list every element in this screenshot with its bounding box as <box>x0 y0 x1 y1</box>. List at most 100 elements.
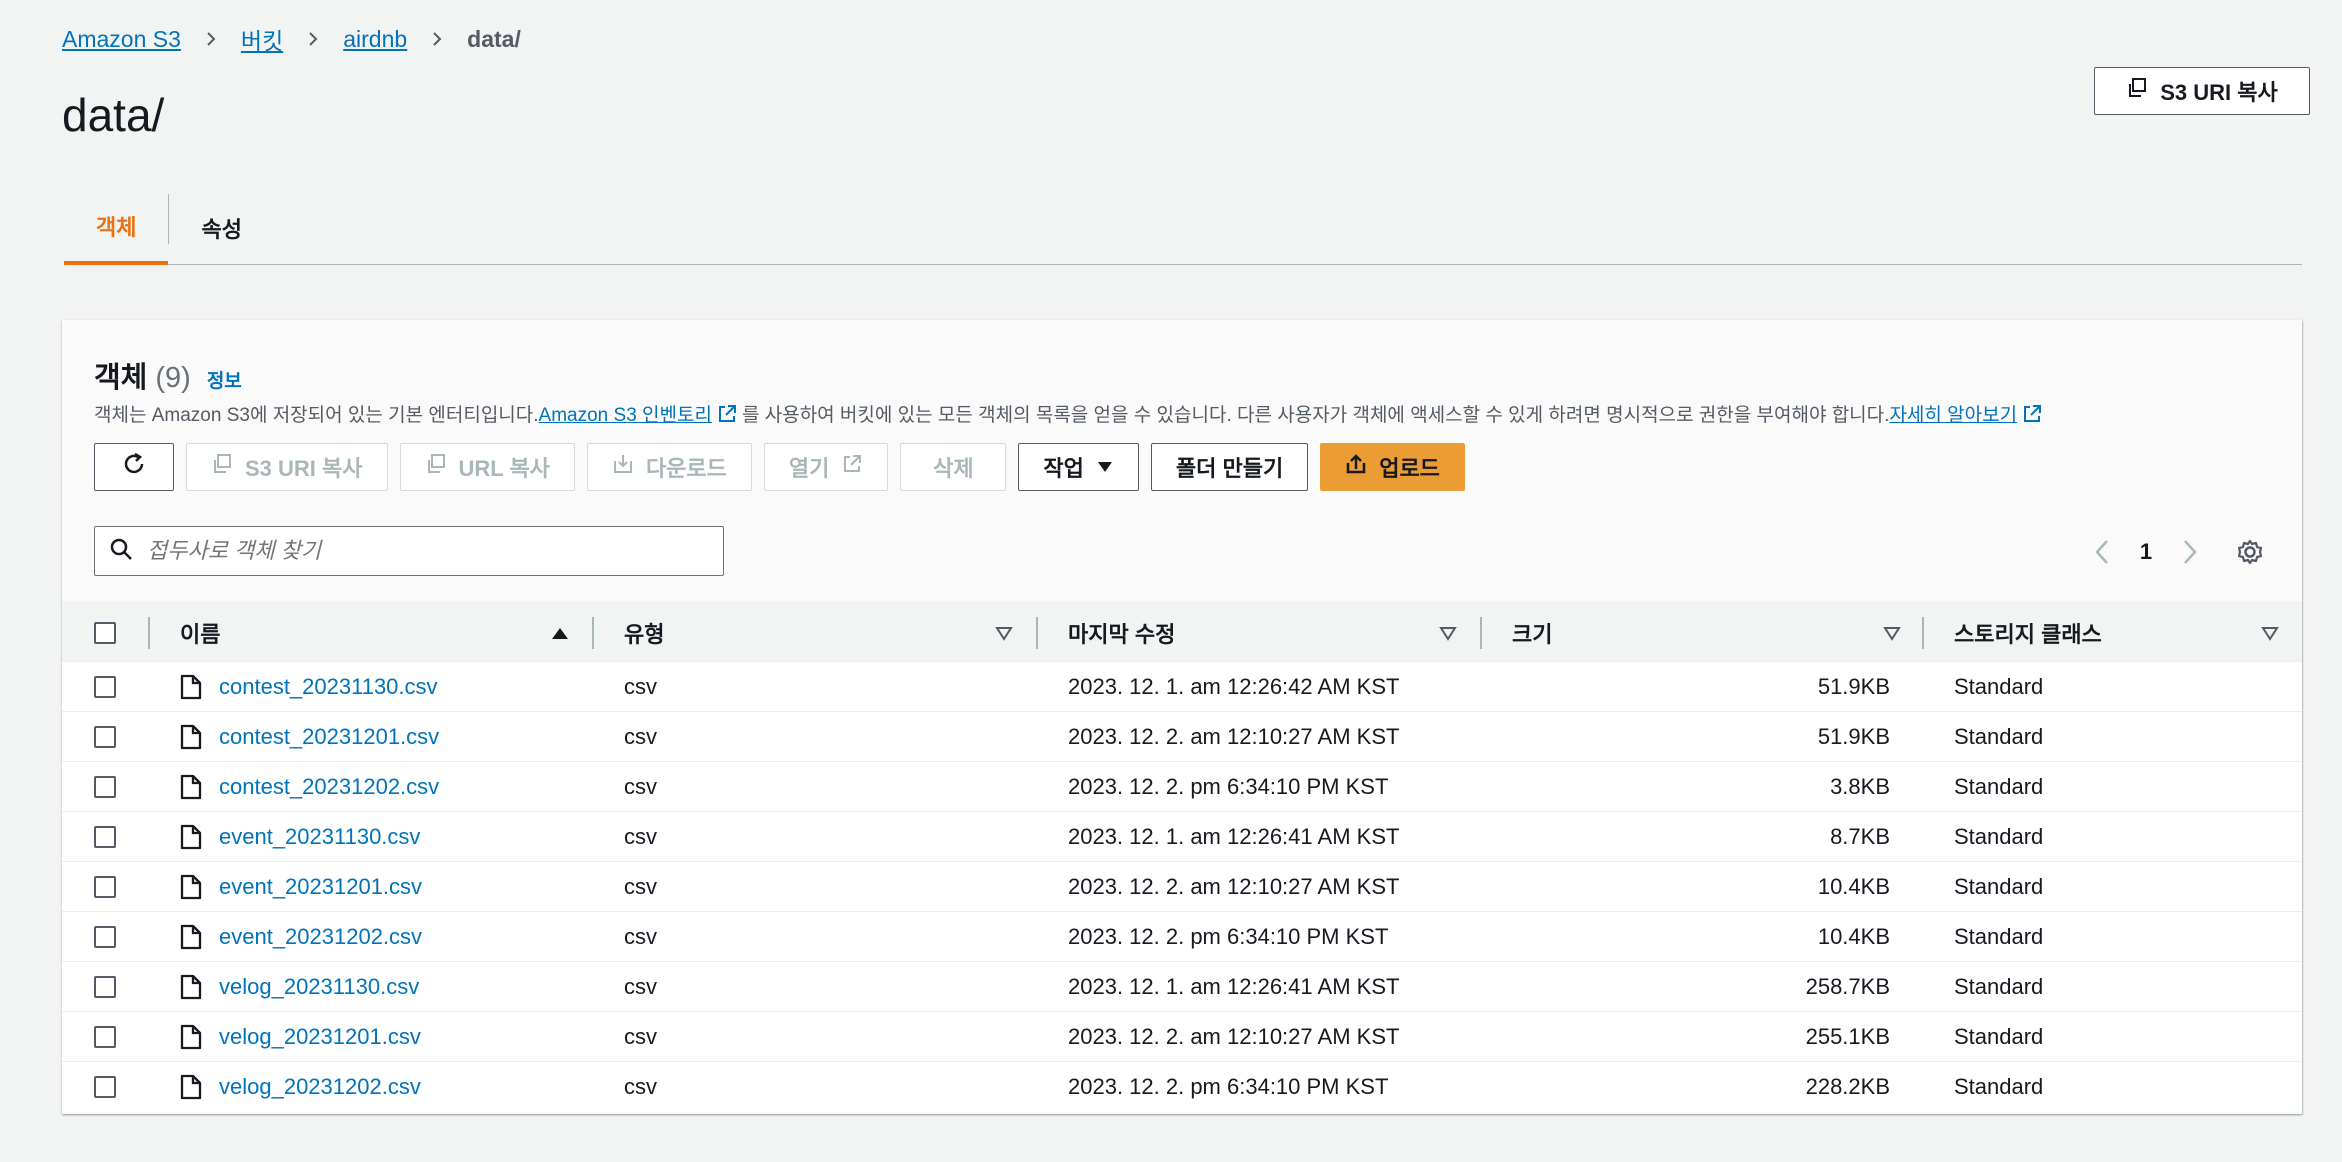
caret-down-icon <box>1096 454 1114 480</box>
create-folder-button[interactable]: 폴더 만들기 <box>1150 443 1309 491</box>
object-last-modified: 2023. 12. 1. am 12:26:41 AM KST <box>1068 974 1400 999</box>
object-last-modified: 2023. 12. 2. am 12:10:27 AM KST <box>1068 874 1400 899</box>
object-size: 51.9KB <box>1817 724 1890 749</box>
file-icon <box>180 662 202 712</box>
object-storage-class: Standard <box>1954 974 2044 999</box>
object-storage-class: Standard <box>1954 1024 2044 1049</box>
current-page[interactable]: 1 <box>2122 539 2170 565</box>
tab-bar: 객체 속성 <box>64 190 2302 265</box>
info-link[interactable]: 정보 <box>207 366 242 393</box>
delete-button[interactable]: 삭제 <box>900 443 1007 491</box>
select-all-checkbox[interactable] <box>94 622 116 644</box>
object-count: (9) <box>155 362 191 394</box>
copy-url-button[interactable]: URL 복사 <box>399 443 575 491</box>
sort-ascending-icon[interactable] <box>550 623 570 643</box>
select-all-checkbox-cell <box>94 603 116 663</box>
column-header-name[interactable]: 이름 <box>180 603 220 663</box>
column-divider <box>1480 617 1482 649</box>
object-size: 10.4KB <box>1817 874 1890 899</box>
external-link-icon <box>716 403 738 425</box>
object-last-modified: 2023. 12. 1. am 12:26:42 AM KST <box>1068 674 1400 699</box>
search-input[interactable] <box>147 538 707 564</box>
breadcrumb-buckets[interactable]: 버킷 <box>241 22 283 56</box>
row-checkbox[interactable] <box>94 776 116 798</box>
actions-label: 작업 <box>1043 456 1084 481</box>
column-header-type[interactable]: 유형 <box>624 603 664 663</box>
file-icon <box>180 862 202 912</box>
copy-icon <box>2126 77 2148 105</box>
create-folder-label: 폴더 만들기 <box>1175 456 1284 481</box>
actions-dropdown[interactable]: 작업 <box>1018 443 1139 491</box>
column-header-size[interactable]: 크기 <box>1512 603 1552 663</box>
chevron-right-icon <box>429 31 445 47</box>
breadcrumb-amazon-s3[interactable]: Amazon S3 <box>62 26 181 53</box>
breadcrumb-current: data/ <box>467 25 521 52</box>
tab-properties[interactable]: 속성 <box>169 190 273 265</box>
download-button[interactable]: 다운로드 <box>586 443 752 491</box>
object-type: csv <box>624 724 657 749</box>
object-name-link[interactable]: event_20231201.csv <box>219 874 422 900</box>
object-name-link[interactable]: velog_20231201.csv <box>219 1024 421 1050</box>
inventory-link[interactable]: Amazon S3 인벤토리 <box>539 400 712 427</box>
row-checkbox[interactable] <box>94 726 116 748</box>
learn-more-link[interactable]: 자세히 알아보기 <box>1889 400 2017 427</box>
object-name-link[interactable]: velog_20231130.csv <box>219 974 419 1000</box>
sort-icon[interactable] <box>2260 623 2280 643</box>
tab-objects[interactable]: 객체 <box>64 190 169 265</box>
sort-icon[interactable] <box>994 623 1014 643</box>
previous-page-icon[interactable] <box>2082 532 2122 572</box>
object-storage-class: Standard <box>1954 674 2044 699</box>
row-checkbox[interactable] <box>94 926 116 948</box>
table-row: contest_20231201.csv csv 2023. 12. 2. am… <box>62 712 2302 762</box>
file-icon <box>180 1012 202 1062</box>
object-name-link[interactable]: contest_20231130.csv <box>219 674 438 700</box>
copy-s3-uri-toolbar-button[interactable]: S3 URI 복사 <box>186 443 388 491</box>
object-size: 228.2KB <box>1805 1074 1890 1099</box>
row-checkbox[interactable] <box>94 876 116 898</box>
download-label: 다운로드 <box>645 456 727 481</box>
open-button[interactable]: 열기 <box>763 443 889 491</box>
breadcrumb-bucket-airdnb[interactable]: airdnb <box>343 26 407 53</box>
column-header-last-modified[interactable]: 마지막 수정 <box>1068 603 1175 663</box>
row-checkbox[interactable] <box>94 676 116 698</box>
external-link-icon <box>2021 403 2043 425</box>
object-name-link[interactable]: contest_20231202.csv <box>219 774 439 800</box>
panel-heading: 객체 <box>94 362 148 394</box>
sort-icon[interactable] <box>1438 623 1458 643</box>
object-storage-class: Standard <box>1954 824 2044 849</box>
file-icon <box>180 1062 202 1112</box>
column-divider <box>1036 617 1038 649</box>
refresh-button[interactable] <box>94 443 174 491</box>
desc-text-mid: 를 사용하여 버킷에 있는 모든 객체의 목록을 얻을 수 있습니다. 다른 사… <box>741 405 1890 426</box>
row-checkbox[interactable] <box>94 1076 116 1098</box>
table-row: event_20231130.csv csv 2023. 12. 1. am 1… <box>62 812 2302 862</box>
object-name-link[interactable]: velog_20231202.csv <box>219 1074 421 1100</box>
table-row: velog_20231201.csv csv 2023. 12. 2. am 1… <box>62 1012 2302 1062</box>
delete-label: 삭제 <box>933 456 974 481</box>
object-size: 255.1KB <box>1805 1024 1890 1049</box>
settings-gear-icon[interactable] <box>2230 532 2270 572</box>
s3-console-page: Amazon S3 버킷 airdnb data/ data/ S3 URI 복… <box>0 0 2342 1162</box>
next-page-icon[interactable] <box>2170 532 2210 572</box>
row-checkbox[interactable] <box>94 976 116 998</box>
object-storage-class: Standard <box>1954 724 2044 749</box>
object-size: 258.7KB <box>1805 974 1890 999</box>
column-header-storage-class[interactable]: 스토리지 클래스 <box>1954 603 2102 663</box>
upload-button[interactable]: 업로드 <box>1320 443 1465 491</box>
object-name-link[interactable]: event_20231130.csv <box>219 824 420 850</box>
chevron-right-icon <box>305 31 321 47</box>
copy-s3-uri-button[interactable]: S3 URI 복사 <box>2094 67 2310 115</box>
object-storage-class: Standard <box>1954 774 2044 799</box>
sort-icon[interactable] <box>1882 623 1902 643</box>
object-storage-class: Standard <box>1954 924 2044 949</box>
objects-panel: 객체 (9) 정보 객체는 Amazon S3에 저장되어 있는 기본 엔터티입… <box>62 320 2302 1114</box>
object-type: csv <box>624 1074 657 1099</box>
object-name-link[interactable]: contest_20231201.csv <box>219 724 439 750</box>
object-size: 3.8KB <box>1830 774 1890 799</box>
upload-label: 업로드 <box>1379 456 1440 481</box>
search-box <box>94 526 724 576</box>
row-checkbox[interactable] <box>94 1026 116 1048</box>
object-name-link[interactable]: event_20231202.csv <box>219 924 422 950</box>
file-icon <box>180 812 202 862</box>
row-checkbox[interactable] <box>94 826 116 848</box>
